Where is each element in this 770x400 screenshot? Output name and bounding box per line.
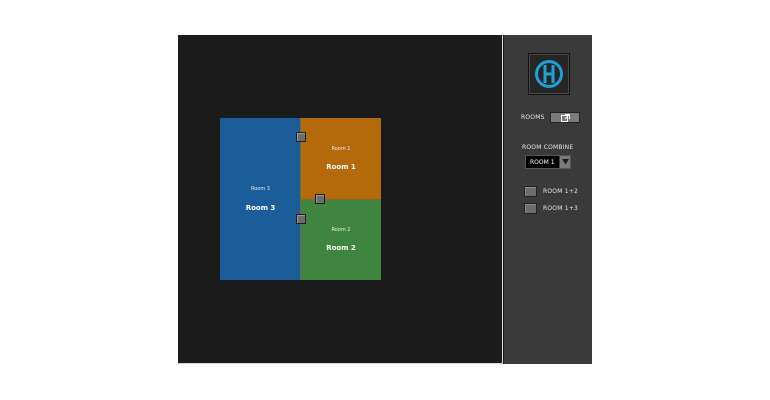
chevron-down-icon: [562, 159, 569, 165]
combo-room-1-3-label: ROOM 1+3: [543, 205, 578, 212]
room-1-small-label: Room 1: [331, 146, 351, 152]
partition-toggle-room1-room2[interactable]: [315, 194, 325, 204]
logo-icon: [535, 60, 563, 88]
room-combine-select[interactable]: ROOM 1: [525, 155, 571, 169]
room-2-name: Room 2: [326, 244, 356, 252]
floor-plan-canvas: Room 3 Room 3 Room 1 Room 1 Room 2 Room …: [178, 35, 503, 364]
room-3-small-label: Room 3: [250, 186, 270, 192]
room-2-small-label: Room 2: [331, 227, 351, 233]
app-window: Room 3 Room 3 Room 1 Room 1 Room 2 Room …: [178, 35, 592, 364]
room-2-tile[interactable]: Room 2 Room 2: [301, 199, 381, 280]
room-3-tile[interactable]: Room 3 Room 3: [220, 118, 301, 280]
room-combine-dropdown-toggle[interactable]: [559, 156, 570, 168]
room-3-name: Room 3: [245, 204, 276, 212]
room-combine-label: ROOM COMBINE: [522, 144, 574, 151]
rooms-open-button[interactable]: [550, 112, 580, 123]
partition-toggle-room2-room3[interactable]: [296, 214, 306, 224]
room-combine-selected-value: ROOM 1: [530, 159, 555, 166]
partition-toggle-room1-room3[interactable]: [296, 132, 306, 142]
room-1-tile[interactable]: Room 1 Room 1: [301, 118, 381, 199]
combo-room-1-2-checkbox[interactable]: [524, 186, 537, 197]
side-panel: ROOMS ROOM COMBINE ROOM 1 ROOM 1+2 ROOM …: [504, 35, 592, 364]
room-1-name: Room 1: [326, 163, 356, 171]
rooms-label: ROOMS: [521, 114, 545, 121]
room-divider-horizontal: [301, 199, 381, 200]
combo-room-1-3-checkbox[interactable]: [524, 203, 537, 214]
external-link-icon: [561, 114, 570, 122]
combo-room-1-2-label: ROOM 1+2: [543, 188, 578, 195]
logo-button[interactable]: [528, 53, 570, 95]
